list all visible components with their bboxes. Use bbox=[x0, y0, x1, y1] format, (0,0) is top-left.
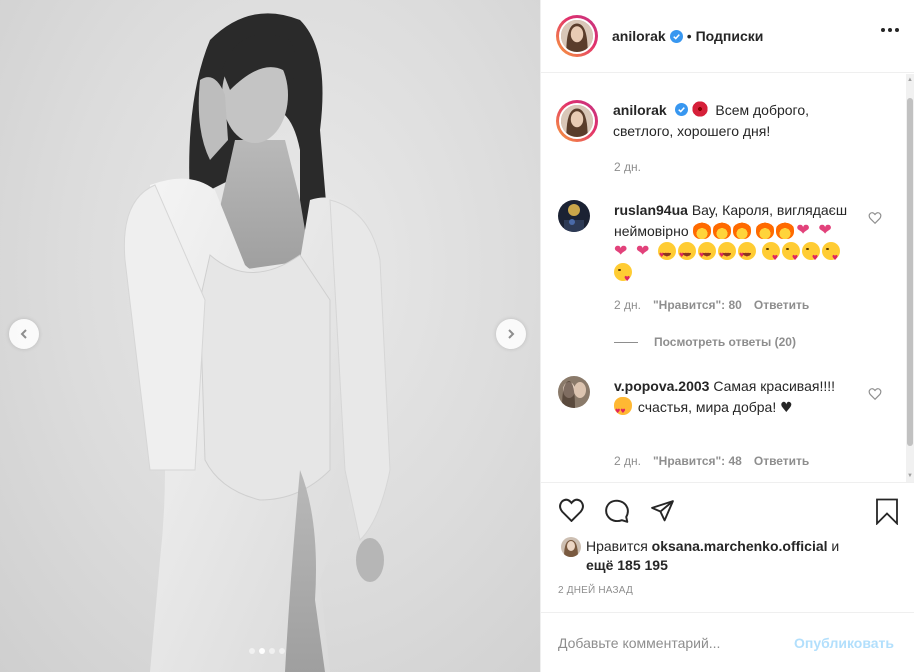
post-sidebar: anilorak • Подписки anilorak Всем доброг… bbox=[540, 0, 914, 672]
comment: ruslan94ua Вау, Кароля, виглядаєш неймов… bbox=[558, 200, 888, 290]
comment-text: ruslan94ua Вау, Кароля, виглядаєш неймов… bbox=[614, 200, 849, 290]
kiss-emoji-icon bbox=[781, 242, 800, 269]
fire-emoji-icon bbox=[692, 221, 711, 239]
heart-eyes-cat-emoji-icon bbox=[614, 397, 632, 422]
comment-meta: 2 дн. "Нравится": 48 Ответить bbox=[614, 454, 809, 468]
like-comment-heart-icon[interactable] bbox=[868, 387, 882, 401]
liker-avatar[interactable] bbox=[561, 537, 581, 557]
like-heart-icon[interactable] bbox=[558, 498, 585, 522]
heart-eyes-emoji-icon bbox=[738, 242, 756, 266]
post-actions: Нравится oksana.marchenko.official и ещё… bbox=[541, 482, 914, 596]
carousel-prev-button[interactable] bbox=[9, 319, 39, 349]
caption-time[interactable]: 2 дн. bbox=[614, 160, 641, 174]
reply-button[interactable]: Ответить bbox=[754, 454, 809, 468]
carousel-dot bbox=[269, 648, 275, 654]
carousel-dot bbox=[279, 648, 285, 654]
comment-input[interactable] bbox=[558, 634, 795, 651]
fire-emoji-icon bbox=[756, 221, 775, 239]
instagram-post: anilorak • Подписки anilorak Всем доброг… bbox=[0, 0, 914, 672]
caption-username[interactable]: anilorak bbox=[613, 102, 667, 118]
caption-avatar[interactable] bbox=[556, 100, 598, 142]
carousel-dot bbox=[249, 648, 255, 654]
comment-bubble-icon[interactable] bbox=[604, 498, 630, 524]
commenter-username[interactable]: v.popova.2003 bbox=[614, 378, 709, 394]
carousel-dot-active bbox=[259, 648, 265, 654]
kiss-emoji-icon bbox=[821, 242, 840, 269]
comment-time[interactable]: 2 дн. bbox=[614, 298, 641, 312]
carousel-next-button[interactable] bbox=[496, 319, 526, 349]
likes-prefix: Нравится bbox=[586, 538, 648, 554]
view-replies-button[interactable]: Посмотреть ответы (20) bbox=[614, 335, 796, 349]
reply-button[interactable]: Ответить bbox=[754, 298, 809, 312]
heart-emoji-icon bbox=[636, 240, 656, 261]
comment: v.popova.2003 Самая красивая!!!! счастья… bbox=[558, 376, 888, 422]
heart-eyes-emoji-icon bbox=[678, 242, 696, 266]
publish-button[interactable]: Опубликовать bbox=[794, 635, 894, 651]
view-replies-label: Посмотреть ответы (20) bbox=[654, 335, 796, 349]
commenter-avatar[interactable] bbox=[558, 200, 590, 232]
heart-eyes-emoji-icon bbox=[718, 242, 736, 266]
author-username[interactable]: anilorak bbox=[612, 28, 666, 44]
heart-eyes-emoji-icon bbox=[658, 242, 676, 266]
more-horizontal-icon bbox=[881, 28, 885, 32]
lips-emoji-icon bbox=[691, 100, 710, 118]
commenter-username[interactable]: ruslan94ua bbox=[614, 202, 688, 218]
caption-text: anilorak Всем доброго, светлого, хорошег… bbox=[613, 100, 868, 142]
caption: anilorak Всем доброго, светлого, хорошег… bbox=[556, 100, 886, 142]
chevron-right-icon bbox=[508, 329, 515, 339]
scrollbar-thumb[interactable] bbox=[907, 98, 913, 446]
heart-emoji-icon bbox=[614, 240, 634, 261]
comment-likes[interactable]: "Нравится": 48 bbox=[653, 454, 742, 468]
more-options-button[interactable] bbox=[881, 28, 899, 32]
replies-divider bbox=[614, 341, 638, 343]
scroll-up-arrow-icon[interactable]: ▲ bbox=[907, 76, 913, 84]
comments-list[interactable]: anilorak Всем доброго, светлого, хорошег… bbox=[541, 74, 914, 482]
heart-emoji-icon bbox=[818, 219, 838, 240]
add-comment-bar: Опубликовать bbox=[541, 612, 914, 672]
fire-emoji-icon bbox=[712, 221, 731, 239]
post-timestamp[interactable]: 2 ДНЕЙ НАЗАД bbox=[558, 585, 633, 596]
verified-badge-icon bbox=[669, 29, 683, 43]
liker-username[interactable]: oksana.marchenko.official bbox=[652, 538, 828, 554]
post-header: anilorak • Подписки bbox=[541, 0, 914, 73]
comment-time[interactable]: 2 дн. bbox=[614, 454, 641, 468]
likes-conjunction: и bbox=[831, 538, 840, 554]
comment-body-continued: счастья, мира добра! bbox=[637, 399, 777, 415]
carousel-dots bbox=[249, 648, 285, 654]
black-heart-emoji-icon: ♥ bbox=[780, 400, 793, 416]
fire-emoji-icon bbox=[732, 221, 751, 239]
save-bookmark-icon[interactable] bbox=[875, 498, 899, 525]
post-photo bbox=[123, 13, 391, 672]
comment-meta: 2 дн. "Нравится": 80 Ответить bbox=[614, 298, 809, 312]
author-avatar[interactable] bbox=[556, 15, 598, 57]
separator-dot: • bbox=[686, 28, 692, 44]
fire-emoji-icon bbox=[776, 221, 795, 239]
likes-summary: Нравится oksana.marchenko.official и ещё… bbox=[561, 537, 886, 575]
heart-eyes-emoji-icon bbox=[698, 242, 716, 266]
comment-body: Самая красивая!!!! bbox=[713, 378, 836, 394]
kiss-emoji-icon bbox=[801, 242, 820, 269]
share-paper-plane-icon[interactable] bbox=[650, 498, 675, 523]
like-comment-heart-icon[interactable] bbox=[868, 211, 882, 225]
post-media[interactable] bbox=[0, 0, 540, 672]
following-button[interactable]: Подписки bbox=[696, 28, 764, 44]
scroll-down-arrow-icon[interactable]: ▼ bbox=[907, 472, 913, 480]
likes-count[interactable]: ещё 185 195 bbox=[586, 557, 668, 573]
heart-emoji-icon bbox=[796, 219, 816, 240]
comment-likes[interactable]: "Нравится": 80 bbox=[653, 298, 742, 312]
verified-badge-icon bbox=[674, 103, 688, 116]
chevron-left-icon bbox=[20, 329, 27, 339]
commenter-avatar[interactable] bbox=[558, 376, 590, 408]
comment-text: v.popova.2003 Самая красивая!!!! счастья… bbox=[614, 376, 849, 422]
kiss-emoji-icon bbox=[761, 242, 780, 269]
kiss-emoji-icon bbox=[614, 263, 632, 290]
